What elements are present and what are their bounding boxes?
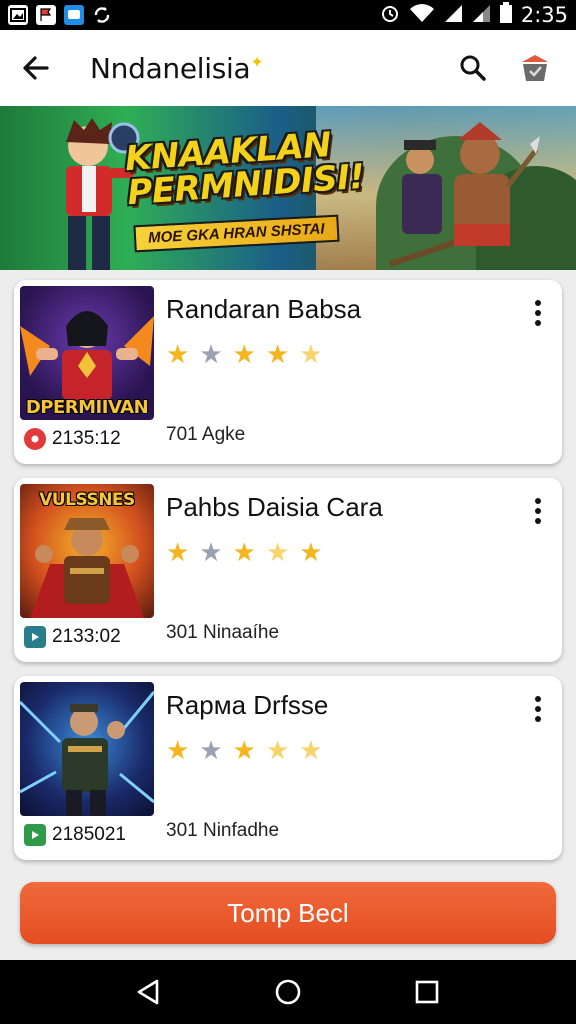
nav-home-button[interactable]	[264, 968, 312, 1016]
signal-icon-2	[471, 3, 491, 28]
nav-home-icon	[275, 979, 301, 1005]
page-title-text: Nndanelisia	[90, 51, 251, 85]
more-dot	[535, 518, 541, 524]
thumbnail-label: DPERMIIVAN	[25, 397, 149, 418]
star-icon: ★	[166, 736, 190, 766]
item-thumbnail: VULSSNES	[20, 484, 154, 618]
system-status: 2:35	[379, 1, 568, 29]
star-icon: ★	[299, 340, 323, 370]
item-thumbnail	[20, 682, 154, 816]
search-button[interactable]	[452, 47, 494, 89]
thumbnail-label: VULSSNES	[39, 490, 135, 510]
banner-subtitle: MOE GKA HRAN SHSTAI	[133, 214, 340, 253]
primary-action-button[interactable]: Tomp Becl	[20, 882, 556, 944]
nav-recents-button[interactable]	[403, 968, 451, 1016]
item-code-text: 2185021	[52, 824, 126, 845]
item-code: 2133:02	[24, 626, 121, 648]
item-title: Raрма Drfsse	[166, 690, 329, 720]
thumbnail-art	[20, 691, 154, 816]
star-icon: ★	[265, 538, 290, 568]
sync-icon	[92, 5, 112, 25]
nav-back-button[interactable]	[125, 968, 173, 1016]
more-dot	[535, 300, 541, 306]
more-dot	[535, 310, 541, 316]
list-item[interactable]: VULSSNES 2133:02 Pahbs Daisia Cara ★ ★ ★…	[14, 478, 562, 662]
hero-right-illustration	[389, 122, 540, 267]
chat-icon	[64, 5, 84, 25]
basket-icon	[522, 55, 548, 81]
more-dot	[535, 706, 541, 712]
nav-recents-icon	[415, 980, 438, 1004]
more-dot	[535, 508, 541, 514]
item-code-text: 2133:02	[52, 626, 121, 647]
notification-icons	[8, 5, 112, 25]
basket-button[interactable]	[514, 47, 556, 89]
list-item[interactable]: 2185021 Raрма Drfsse ★ ★ ★ ★ ★ 301 Ninfa…	[14, 676, 562, 860]
star-icon: ★	[299, 736, 323, 766]
back-button[interactable]	[0, 30, 72, 106]
promo-banner[interactable]: KNAAKLAN PERMNIDISI! MOE GKA HRAN SHSTAI	[0, 106, 576, 270]
more-dot	[535, 498, 541, 504]
star-icon: ★	[299, 538, 323, 568]
play-icon	[24, 824, 46, 846]
item-thumbnail: DPERMIIVAN	[20, 286, 154, 420]
record-icon	[24, 428, 46, 450]
star-icon: ★	[265, 340, 290, 370]
item-meta: 701 Agke	[166, 424, 246, 445]
star-icon: ★	[166, 340, 190, 370]
back-arrow-icon	[23, 56, 49, 80]
more-options-button[interactable]	[526, 496, 550, 526]
gallery-icon	[8, 5, 28, 25]
rating-stars: ★ ★ ★ ★ ★	[166, 540, 323, 566]
search-icon	[460, 55, 486, 81]
sparkle-icon: ✦	[250, 52, 264, 72]
battery-icon	[499, 1, 513, 29]
system-nav-bar	[0, 960, 576, 1024]
list-item[interactable]: DPERMIIVAN 2135:12 Randaran Babsa ★ ★ ★ …	[14, 280, 562, 464]
nav-back-icon	[138, 979, 159, 1005]
item-code: 2185021	[24, 824, 126, 846]
star-icon: ★	[199, 538, 223, 568]
star-icon: ★	[232, 538, 256, 568]
wifi-icon	[409, 3, 435, 28]
rating-stars: ★ ★ ★ ★ ★	[166, 342, 323, 368]
item-title: Pahbs Daisia Cara	[166, 492, 383, 522]
more-options-button[interactable]	[526, 694, 550, 724]
clock: 2:35	[520, 3, 568, 27]
app-bar: Nndanelisia✦	[0, 30, 576, 106]
more-dot	[535, 320, 541, 326]
star-icon: ★	[232, 736, 256, 766]
item-meta: 301 Ninaaíhe	[166, 622, 280, 643]
more-dot	[535, 696, 541, 702]
rating-stars: ★ ★ ★ ★ ★	[166, 738, 323, 764]
page-title: Nndanelisia✦	[90, 52, 264, 85]
play-icon	[24, 626, 46, 648]
more-dot	[535, 716, 541, 722]
star-icon: ★	[265, 736, 290, 766]
item-code-text: 2135:12	[52, 428, 121, 449]
item-code: 2135:12	[24, 428, 121, 450]
item-meta: 301 Ninfadhe	[166, 820, 280, 841]
star-icon: ★	[232, 340, 256, 370]
item-title: Randaran Babsa	[166, 294, 362, 324]
alarm-icon	[379, 2, 401, 29]
star-icon: ★	[199, 340, 223, 370]
star-icon: ★	[199, 736, 223, 766]
status-bar: 2:35	[0, 0, 576, 30]
flag-icon	[36, 5, 56, 25]
banner-headline: KNAAKLAN PERMNIDISI!	[124, 125, 366, 213]
more-options-button[interactable]	[526, 298, 550, 328]
star-icon: ★	[166, 538, 190, 568]
signal-icon	[443, 3, 463, 28]
